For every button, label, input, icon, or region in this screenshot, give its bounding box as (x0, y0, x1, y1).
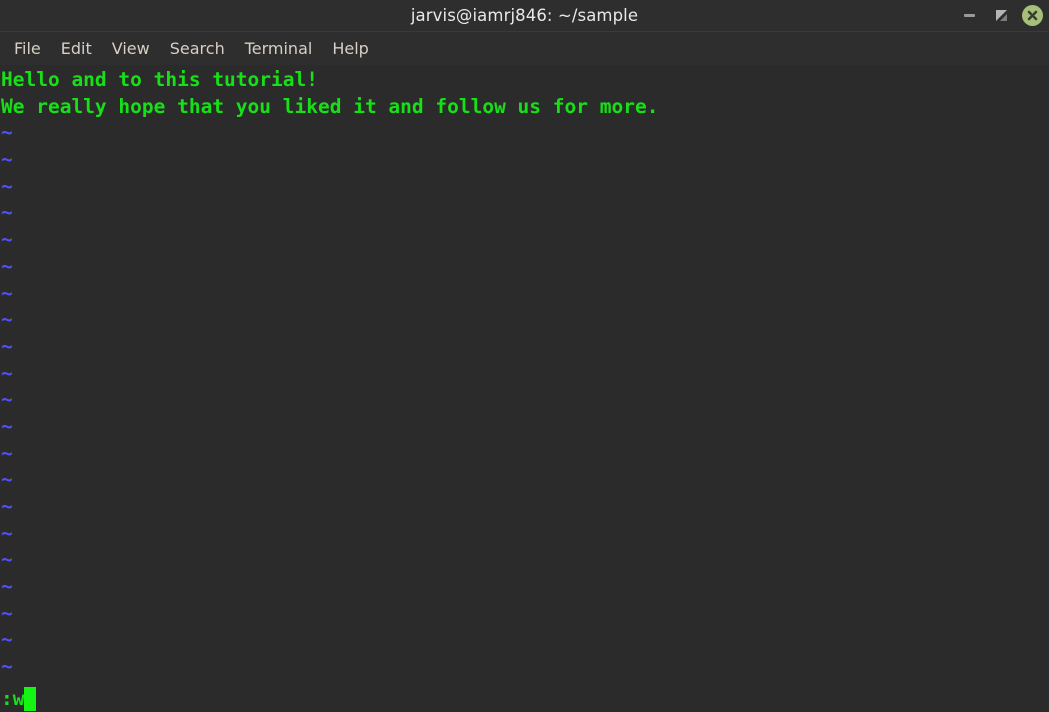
buffer-line: Hello and to this tutorial! (1, 67, 1049, 94)
menu-item-file[interactable]: File (9, 37, 51, 61)
tilde-icon: ~ (1, 521, 13, 545)
empty-line-marker-row: ~ (1, 574, 1049, 601)
empty-line-marker-row: ~ (1, 281, 1049, 308)
tilde-icon: ~ (1, 361, 13, 385)
tilde-icon: ~ (1, 174, 13, 198)
tilde-icon: ~ (1, 201, 13, 225)
restore-icon (995, 10, 1007, 21)
maximize-button[interactable] (990, 5, 1012, 27)
tilde-icon: ~ (1, 281, 13, 305)
tilde-icon: ~ (1, 148, 13, 172)
empty-line-marker-row: ~ (1, 547, 1049, 574)
empty-line-marker-row: ~ (1, 227, 1049, 254)
buffer-line-text: We really hope that you liked it and fol… (1, 94, 659, 118)
empty-line-marker-row: ~ (1, 387, 1049, 414)
tilde-icon: ~ (1, 441, 13, 465)
titlebar[interactable]: jarvis@iamrj846: ~/sample (0, 0, 1049, 32)
terminal-screen[interactable]: Hello and to this tutorial! We really hop… (0, 65, 1049, 712)
empty-line-marker-row: ~ (1, 601, 1049, 628)
window-title: jarvis@iamrj846: ~/sample (410, 6, 639, 25)
tilde-icon: ~ (1, 414, 13, 438)
text-cursor (24, 686, 37, 711)
empty-line-marker-row: ~ (1, 414, 1049, 441)
empty-line-marker-row: ~ (1, 334, 1049, 361)
command-line-text: :w (1, 687, 25, 710)
menu-item-terminal[interactable]: Terminal (235, 37, 323, 61)
menu-item-search[interactable]: Search (160, 37, 235, 61)
tilde-icon: ~ (1, 601, 13, 625)
empty-line-marker-row: ~ (1, 307, 1049, 334)
empty-line-marker-row: ~ (1, 120, 1049, 147)
tilde-icon: ~ (1, 548, 13, 572)
vim-buffer: Hello and to this tutorial! We really hop… (0, 65, 1049, 681)
tilde-icon: ~ (1, 495, 13, 518)
empty-line-marker-row: ~ (1, 654, 1049, 681)
empty-line-marker-row: ~ (1, 494, 1049, 521)
minimize-icon (963, 14, 975, 17)
tilde-icon: ~ (1, 334, 13, 358)
menu-item-help[interactable]: Help (322, 37, 378, 61)
empty-line-marker-row: ~ (1, 254, 1049, 281)
tilde-icon: ~ (1, 388, 13, 412)
close-icon (1027, 10, 1038, 21)
close-button[interactable] (1022, 5, 1043, 26)
empty-line-marker-row: ~ (1, 361, 1049, 388)
buffer-line-text: Hello and to this tutorial! (1, 68, 318, 91)
menubar: File Edit View Search Terminal Help (0, 32, 1049, 65)
tilde-icon: ~ (1, 254, 13, 278)
window-controls (958, 0, 1043, 31)
tilde-icon: ~ (1, 308, 13, 332)
tilde-icon: ~ (1, 575, 13, 599)
tilde-icon: ~ (1, 628, 13, 652)
menu-item-view[interactable]: View (102, 37, 160, 61)
terminal-window: jarvis@iamrj846: ~/sample File Edit View… (0, 0, 1049, 712)
minimize-button[interactable] (958, 5, 980, 27)
empty-line-marker-row: ~ (1, 174, 1049, 201)
empty-line-marker-row: ~ (1, 467, 1049, 494)
tilde-icon: ~ (1, 468, 13, 492)
menu-item-edit[interactable]: Edit (51, 37, 102, 61)
empty-line-marker-row: ~ (1, 200, 1049, 227)
tilde-icon: ~ (1, 655, 13, 679)
empty-line-marker-row: ~ (1, 147, 1049, 174)
tilde-icon: ~ (1, 228, 13, 252)
empty-line-marker-row: ~ (1, 521, 1049, 548)
tilde-icon: ~ (1, 121, 13, 145)
empty-line-marker-row: ~ (1, 627, 1049, 654)
vim-command-line[interactable]: :w (0, 685, 1049, 712)
empty-line-marker-row: ~ (1, 441, 1049, 468)
buffer-line: We really hope that you liked it and fol… (1, 94, 1049, 121)
